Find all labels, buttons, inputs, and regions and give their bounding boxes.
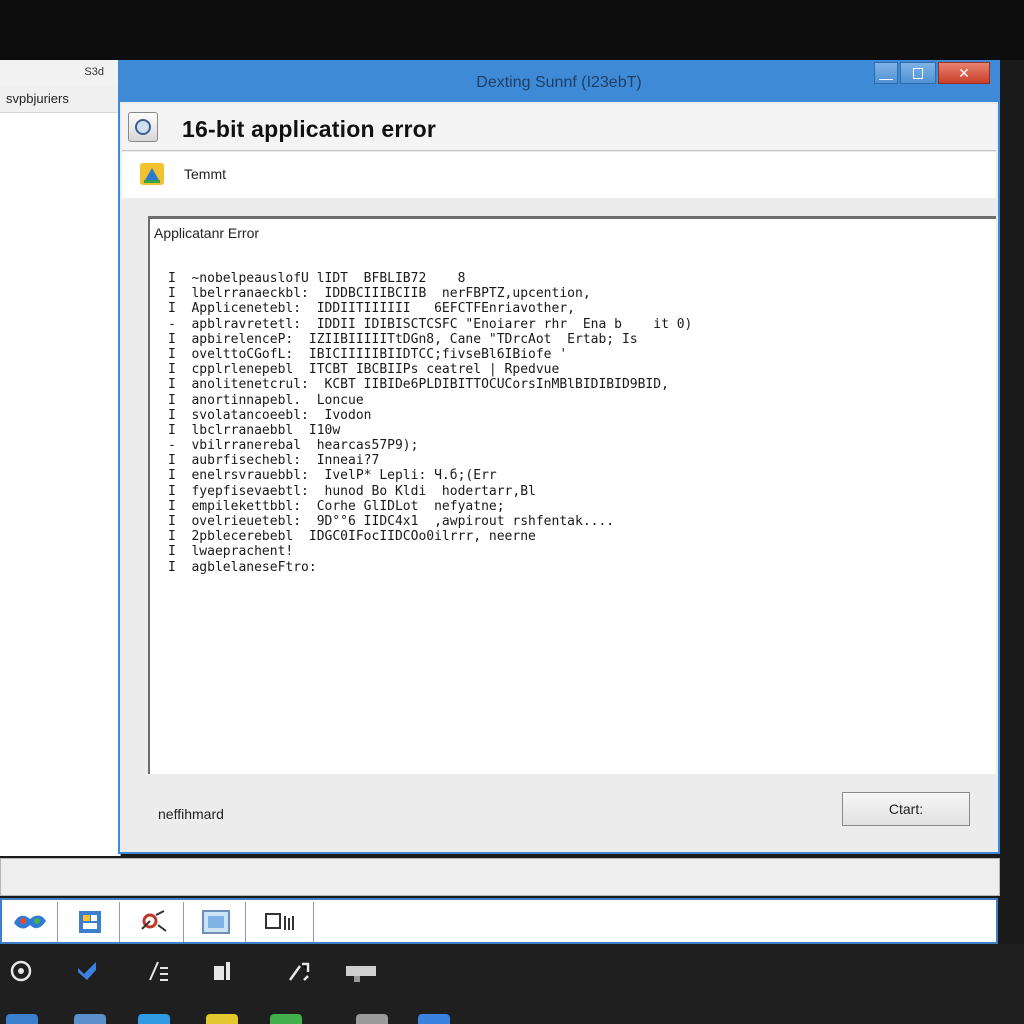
- close-icon: ✕: [958, 65, 970, 81]
- footer-label: neffihmard: [158, 806, 224, 822]
- taskbar-start-button[interactable]: [2, 902, 58, 942]
- dialog-heading: 16-bit application error: [182, 116, 437, 142]
- log-line: I svolatancoeebl: Ivodon: [168, 407, 372, 423]
- taskbar-window-app[interactable]: [186, 902, 246, 942]
- ok-button[interactable]: Ctart:: [842, 792, 970, 826]
- log-line: - apblravretetl: IDDII IDIBISCTCSFC "Eno…: [168, 316, 693, 332]
- log-line: I fyepfisevaebtl: hunod Bo Kldi hodertar…: [168, 483, 536, 499]
- log-line: I enelrsvrauebbl: IvelP* Lepli: Ч.б;(Err: [168, 468, 497, 484]
- background-window-titlebar: S3d: [0, 60, 120, 86]
- log-line: I 2pblecerebebl IDGC0IFocIIDCOo0ilrrr, n…: [168, 529, 536, 545]
- pinned-app-4-icon[interactable]: [206, 1014, 238, 1024]
- minimize-button[interactable]: —: [874, 62, 898, 86]
- start-orb-icon: [13, 915, 46, 929]
- pinned-app-3-icon[interactable]: [138, 1014, 170, 1024]
- program-icon: [140, 163, 164, 185]
- tray-item-device[interactable]: [344, 958, 378, 984]
- log-line: I lwaeprachent!: [168, 544, 294, 560]
- device-icon: [346, 966, 376, 982]
- background-window-code: S3d: [84, 66, 104, 78]
- log-line: I lbelrranaeckbl: IDDBCIIIBCIIB nerFBPTZ…: [168, 286, 591, 302]
- log-line: I anortinnapebl. Loncue: [168, 392, 364, 408]
- log-line: I ovelttoCGofL: IBICIIIIIBIIDTCC;fivseBl…: [168, 346, 568, 362]
- gear-icon: [10, 960, 32, 982]
- log-line: I cpplrlenepebl ITCBT IBCBIIPs ceatrel |…: [168, 362, 560, 378]
- taskbar-chart-app[interactable]: [60, 902, 120, 942]
- close-button[interactable]: ✕: [938, 62, 990, 84]
- background-window-label[interactable]: svpbjuriers: [0, 86, 120, 113]
- pen-icon: [149, 961, 168, 981]
- chart-app-icon: [78, 911, 101, 933]
- window-app-icon: [201, 910, 230, 934]
- tray-item-pen[interactable]: [146, 958, 172, 984]
- taskbar-tools-app[interactable]: [122, 902, 184, 942]
- pinned-app-1-icon[interactable]: [6, 1014, 38, 1024]
- dialog-titlebar[interactable]: Dexting Sunnf (I23ebT) — ✕: [120, 60, 998, 102]
- phone-icon: [214, 962, 230, 980]
- error-dialog: Dexting Sunnf (I23ebT) — ✕ 16-bit applic…: [118, 60, 1000, 854]
- wrench-icon: [288, 962, 310, 981]
- tray-item-phone[interactable]: [210, 958, 236, 984]
- error-details-panel[interactable]: Applicatanr Error I ~nobelpeauslofU lIDT…: [148, 216, 996, 774]
- printer-app-icon: [264, 913, 294, 930]
- minimize-icon: —: [879, 70, 893, 86]
- taskbar-printer-app[interactable]: [248, 902, 314, 942]
- pinned-app-2-icon[interactable]: [74, 1014, 106, 1024]
- shield-icon: [78, 962, 96, 980]
- maximize-icon: [913, 68, 923, 79]
- top-screen-border: [0, 0, 1024, 60]
- log-line: - vbilrranerebal hearcas57P9);: [168, 438, 419, 454]
- log-line: I ovelrieuetebl: 9D°°6 IIDC4x1 ,awpirout…: [168, 514, 615, 529]
- dialog-header: 16-bit application error: [122, 104, 996, 151]
- dialog-client-area: 16-bit application error Temmt Applicata…: [120, 102, 998, 852]
- dialog-subheader: Temmt: [122, 152, 996, 198]
- window-title: Dexting Sunnf (I23ebT): [476, 74, 642, 91]
- log-line: I anolitenetcrul: KCBT IIBIDe6PLDIBITTOC…: [168, 377, 669, 393]
- task-strip: [0, 858, 1000, 896]
- maximize-button[interactable]: [900, 62, 936, 84]
- pinned-app-5-icon[interactable]: [270, 1014, 302, 1024]
- log-line: I ~nobelpeauslofU lIDT BFBLIB72 8: [168, 271, 466, 286]
- program-name: Temmt: [184, 166, 226, 182]
- system-tray: [0, 944, 1024, 1024]
- pinned-app-7-icon[interactable]: [418, 1014, 450, 1024]
- tray-item-shield[interactable]: [74, 958, 100, 984]
- panel-label: Applicatanr Error: [154, 225, 260, 241]
- log-line: I Applicenetebl: IDDIITIIIIII 6EFCTFEnri…: [168, 301, 575, 317]
- tray-item-wrench[interactable]: [286, 958, 312, 984]
- error-log: I ~nobelpeauslofU lIDT BFBLIB72 8I lbelr…: [168, 271, 692, 575]
- log-line: I agblelaneseFtro:: [168, 559, 317, 575]
- log-line: I lbclrranaebbl I10w: [168, 422, 341, 438]
- pinned-app-6-icon[interactable]: [356, 1014, 388, 1024]
- log-line: I apbirelenceP: IZIIBIIIIITtDGn8, Cane "…: [168, 331, 638, 347]
- background-window[interactable]: S3d svpbjuriers: [0, 60, 121, 856]
- log-line: I aubrfisechebl: Inneai?7: [168, 453, 380, 469]
- log-line: I empilekettbbl: Corhe GlIDLot nefyatne;: [168, 498, 505, 514]
- taskbar: [0, 898, 998, 944]
- tray-item-gear[interactable]: [8, 958, 34, 984]
- tools-app-icon: [140, 910, 167, 932]
- app-icon: [128, 112, 158, 142]
